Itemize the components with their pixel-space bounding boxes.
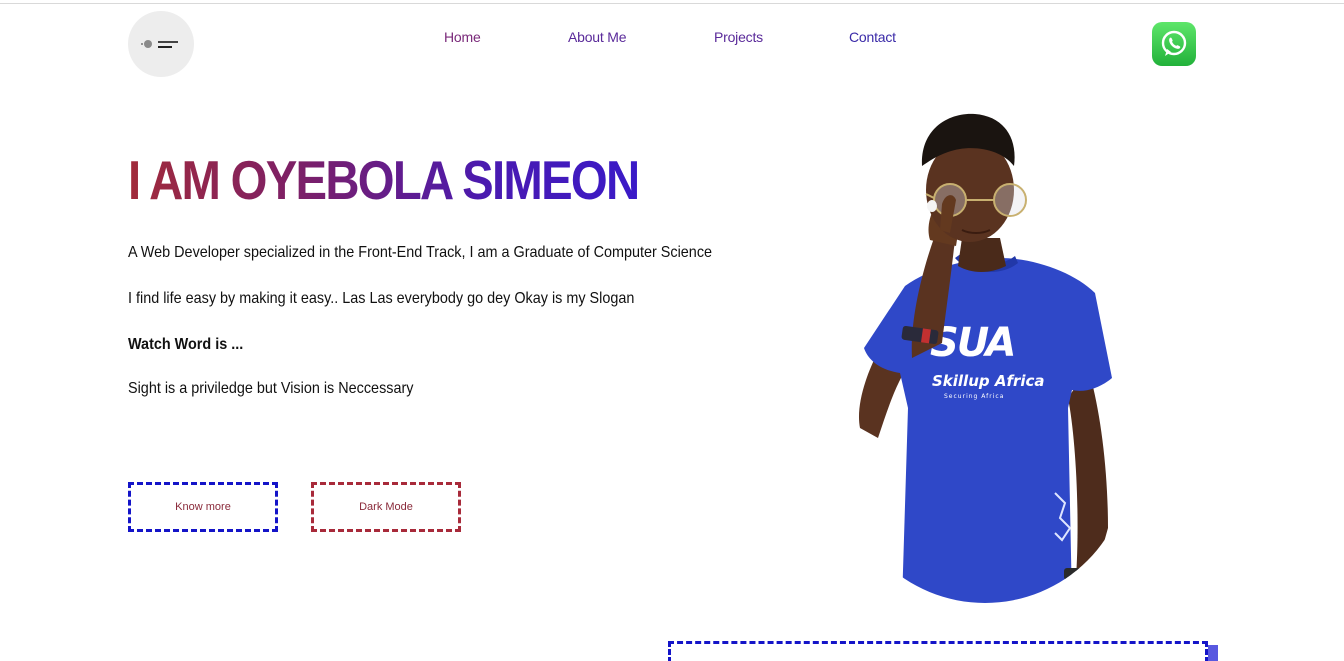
watchword-label: Watch Word is ...	[128, 336, 244, 353]
dark-mode-button[interactable]: Dark Mode	[311, 482, 461, 532]
know-more-button[interactable]: Know more	[128, 482, 278, 532]
hero-title: I AM OYEBOLA SIMEON	[128, 149, 640, 211]
nav-item-home[interactable]: Home	[444, 29, 481, 45]
nav-item-projects[interactable]: Projects	[714, 29, 763, 45]
top-border	[0, 3, 1344, 4]
whatsapp-icon[interactable]	[1152, 22, 1196, 66]
nav-item-about-me[interactable]: About Me	[568, 29, 627, 45]
watchword-text: Sight is a priviledge but Vision is Necc…	[128, 380, 414, 397]
main-nav: Home About Me Projects Contact	[0, 29, 1344, 49]
nav-item-contact[interactable]: Contact	[849, 29, 896, 45]
slogan-text: I find life easy by making it easy.. Las…	[128, 290, 635, 307]
intro-text: A Web Developer specialized in the Front…	[128, 244, 713, 261]
shirt-brand: Skillup Africa	[932, 372, 1045, 390]
scroll-handle[interactable]	[1208, 645, 1218, 661]
profile-portrait: SUA Skillup Africa Securing Africa	[858, 113, 1112, 603]
next-section-card	[668, 641, 1208, 661]
shirt-tagline: Securing Africa	[944, 393, 1004, 400]
